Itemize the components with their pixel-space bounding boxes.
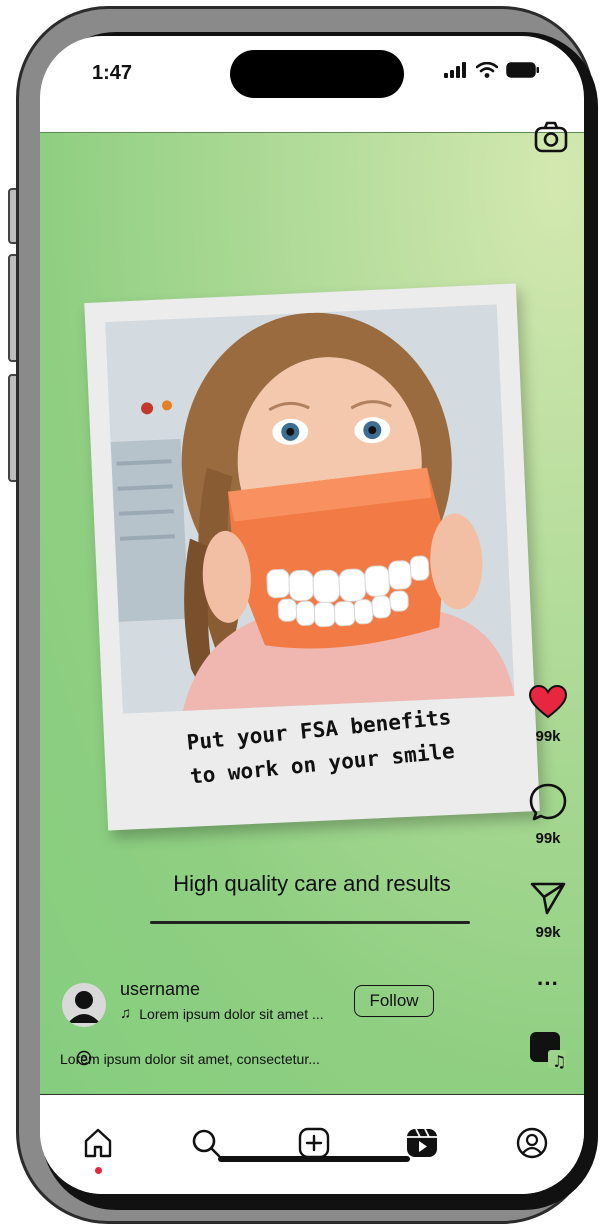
music-note-icon: ♫ [120,1005,132,1022]
more-options-icon[interactable]: ··· [528,971,568,997]
profile-icon[interactable] [516,1127,548,1159]
share-action[interactable]: 99k [528,881,568,941]
home-icon[interactable] [82,1127,114,1159]
bottom-navigation [40,1094,584,1194]
phone-screen: 1:47 Put your FSA benefits to work on yo… [40,36,584,1194]
tagline-text: High quality care and results [173,871,451,896]
home-notification-dot [95,1167,102,1174]
username[interactable]: username [120,979,200,1000]
signal-icon [444,62,466,78]
like-count: 99k [535,728,561,745]
send-icon[interactable] [530,881,566,915]
battery-icon [506,62,539,78]
small-circle-icon [76,1050,92,1066]
avatar[interactable] [62,983,106,1027]
wifi-icon [476,62,498,78]
audio-track-icon[interactable]: ♫ [528,1030,568,1070]
tagline-underline [150,921,470,924]
dynamic-island [230,50,404,98]
polaroid-card: Put your FSA benefits to work on your sm… [84,283,540,831]
child-with-teeth-model-image [105,304,515,714]
song-title: Lorem ipsum dolor sit amet ... [139,1005,324,1022]
post-photo [105,304,515,714]
post-description[interactable]: Lorem ipsum dolor sit amet, consectetur.… [60,1051,320,1067]
heart-icon[interactable] [528,684,568,719]
status-time: 1:47 [92,62,133,84]
comment-count: 99k [535,830,561,847]
reels-icon[interactable] [406,1127,438,1159]
comment-action[interactable]: 99k [528,783,568,847]
reel-content[interactable]: Put your FSA benefits to work on your sm… [40,121,584,1095]
comment-icon[interactable] [529,783,567,821]
camera-icon[interactable] [534,121,568,153]
like-action[interactable]: 99k [528,684,568,745]
follow-button[interactable]: Follow [354,985,434,1017]
song-row[interactable]: ♫ Lorem ipsum dolor sit amet ... [120,1005,324,1022]
create-icon[interactable] [298,1127,330,1159]
avatar-icon [68,991,100,1023]
home-indicator[interactable] [218,1156,410,1162]
search-icon[interactable] [190,1127,222,1159]
status-icons [444,62,540,78]
svg-text:♫: ♫ [552,1052,566,1070]
share-count: 99k [535,924,561,941]
